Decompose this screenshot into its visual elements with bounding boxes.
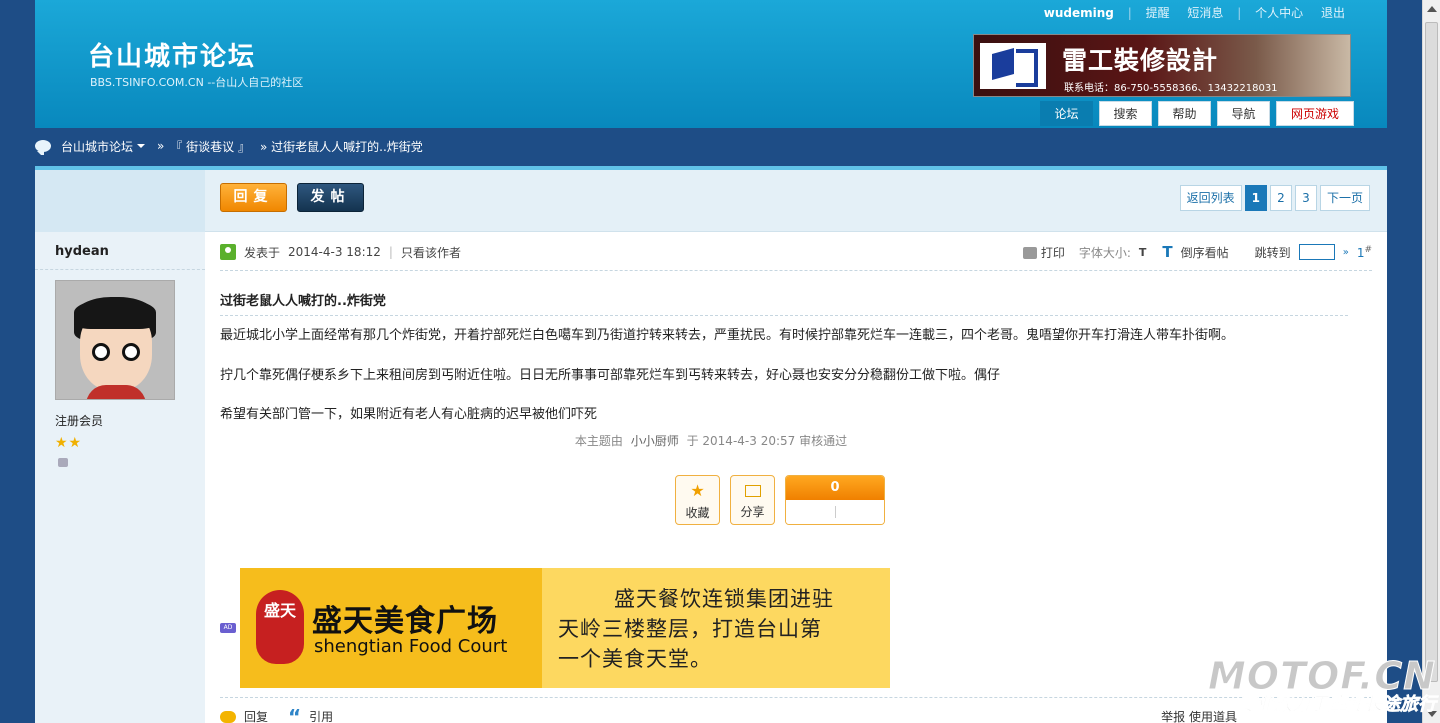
scroll-thumb[interactable] xyxy=(1425,22,1438,682)
post-title: 过街老鼠人人喊打的..炸街党 xyxy=(220,294,386,309)
food-court-ad[interactable]: 盛天 盛天美食广场 shengtian Food Court 盛天餐饮连锁集团进… xyxy=(240,568,890,688)
scroll-up-icon[interactable] xyxy=(1427,6,1437,12)
breadcrumb-separator: » xyxy=(157,139,165,153)
envelope-icon xyxy=(744,485,761,497)
new-post-button[interactable]: 发帖 xyxy=(297,183,364,212)
author-rank: 注册会员 xyxy=(55,414,104,428)
posted-at-label: 发表于 xyxy=(244,245,281,260)
jump-go-button[interactable]: » xyxy=(1343,247,1349,258)
back-to-list-button[interactable]: 返回列表 xyxy=(1179,185,1242,211)
site-watermark: MOTOF.CN 专业致力于摩托长途旅行 xyxy=(1207,654,1436,716)
font-size-label: 字体大小: xyxy=(1078,245,1131,260)
floor-number: 1# xyxy=(1356,244,1372,260)
reply-link[interactable]: 回复 xyxy=(244,708,268,723)
rating-score: 0 xyxy=(786,476,884,500)
audit-note: 本主题由 小小厨师 于 2014-4-3 20:57 审核通过 xyxy=(574,434,848,448)
post-tools: 打印 字体大小: T T 倒序看帖 跳转到 » 1# xyxy=(1022,243,1372,261)
reminder-link[interactable]: 提醒 xyxy=(1146,6,1170,20)
page-scrollbar[interactable] xyxy=(1422,0,1440,723)
banner-phone: 联系电话：86-750-5558366、13432218031 xyxy=(1064,83,1278,94)
post-actions: ★ 收藏 分享 0 xyxy=(675,475,885,525)
posted-at: 2014-4-3 18:12 xyxy=(288,245,381,259)
reply-icon xyxy=(220,710,236,723)
only-author-link[interactable]: 只看该作者 xyxy=(401,244,461,261)
tab-web-games[interactable]: 网页游戏 xyxy=(1276,101,1354,126)
online-status-icon xyxy=(220,244,236,260)
thread-toolbar: 回复 发帖 返回列表 1 2 3 下一页 xyxy=(205,170,1387,232)
page-3[interactable]: 3 xyxy=(1294,185,1317,211)
font-large-button[interactable]: T xyxy=(1162,243,1172,261)
chevron-down-icon[interactable] xyxy=(137,144,146,148)
chat-bubble-icon xyxy=(35,140,51,155)
ad-slogan: 盛天餐饮连锁集团进驻 天岭三楼整层，打造台山第 一个美食天堂。 xyxy=(558,587,834,671)
font-small-button[interactable]: T xyxy=(1139,246,1147,259)
next-page-button[interactable]: 下一页 xyxy=(1319,185,1370,211)
quote-link[interactable]: 引用 xyxy=(309,708,333,723)
page-current[interactable]: 1 xyxy=(1244,185,1267,211)
audit-user-link[interactable]: 小小厨师 xyxy=(631,434,679,448)
post-footer-actions: 回复 “ 引用 xyxy=(220,704,333,723)
printer-icon xyxy=(1022,247,1037,259)
profile-link[interactable]: 个人中心 xyxy=(1255,6,1303,20)
status-icon xyxy=(58,458,68,467)
site-subtitle: BBS.TSINFO.COM.CN --台山人自己的社区 xyxy=(90,76,304,89)
thread-container: hydean 注册会员 ★★ 回复 发帖 返回列表 1 2 3 下一页 发表于 … xyxy=(35,166,1387,723)
print-link[interactable]: 打印 xyxy=(1022,244,1065,261)
reverse-order-link[interactable]: 倒序看帖 xyxy=(1181,244,1229,261)
username-link[interactable]: wudeming xyxy=(1044,6,1114,20)
site-logo[interactable]: 台山城市论坛 xyxy=(88,36,256,73)
user-links: wudeming | 提醒 短消息 | 个人中心 退出 xyxy=(1043,6,1345,20)
jump-label: 跳转到 xyxy=(1254,245,1291,260)
page-2[interactable]: 2 xyxy=(1269,185,1292,211)
post-meta: 发表于 2014-4-3 18:12 | 只看该作者 打印 字体大小: T T … xyxy=(220,240,1372,264)
post-paragraph: 最近城北小学上面经常有那几个炸街党，开着拧部死烂白色噶车到乃街道拧转来转去，严重… xyxy=(220,328,1235,343)
share-button[interactable]: 分享 xyxy=(730,475,775,525)
tab-help[interactable]: 帮助 xyxy=(1158,101,1211,126)
avatar[interactable] xyxy=(55,280,175,400)
star-icon: ★ xyxy=(690,481,705,500)
cube-logo-icon xyxy=(980,43,1046,89)
messages-link[interactable]: 短消息 xyxy=(1187,6,1223,20)
main-nav: 论坛 搜索 帮助 导航 网页游戏 xyxy=(1040,101,1354,126)
reply-button[interactable]: 回复 xyxy=(220,183,287,212)
ad-cn-name: 盛天美食广场 xyxy=(312,604,498,639)
pagination: 返回列表 1 2 3 下一页 xyxy=(1179,185,1370,211)
breadcrumb-thread: » 过街老鼠人人喊打的..炸街党 xyxy=(260,139,423,154)
logout-link[interactable]: 退出 xyxy=(1321,6,1345,20)
post-paragraph: 希望有关部门管一下，如果附近有老人有心脏病的迟早被他们吓死 xyxy=(220,407,598,422)
post-paragraph: 拧几个靠死偶仔梗系乡下上来租间房到丐附近住啦。日日无所事事可部靠死烂车到丐转来转… xyxy=(220,368,1001,383)
breadcrumb-home[interactable]: 台山城市论坛 xyxy=(61,138,133,155)
quote-icon: “ xyxy=(288,704,302,723)
breadcrumb: 台山城市论坛 » 『 街谈巷议 』 » 过街老鼠人人喊打的..炸街党 xyxy=(35,136,423,156)
header-ad-banner[interactable]: 雷工裝修設計 联系电话：86-750-5558366、13432218031 xyxy=(973,34,1351,97)
ad-en-name: shengtian Food Court xyxy=(314,636,508,657)
site-header: 台山城市论坛 BBS.TSINFO.COM.CN --台山人自己的社区 wude… xyxy=(35,0,1387,128)
seal-logo: 盛天 xyxy=(256,590,304,664)
ad-badge: AD xyxy=(220,623,236,633)
tab-navigation[interactable]: 导航 xyxy=(1217,101,1270,126)
rating-box[interactable]: 0 xyxy=(785,475,885,525)
breadcrumb-board[interactable]: 『 街谈巷议 』 xyxy=(170,138,250,155)
favorite-button[interactable]: ★ 收藏 xyxy=(675,475,720,525)
author-name[interactable]: hydean xyxy=(55,244,109,259)
tab-search[interactable]: 搜索 xyxy=(1099,101,1152,126)
banner-title: 雷工裝修設計 xyxy=(1062,46,1219,75)
jump-floor-input[interactable] xyxy=(1298,244,1335,260)
tab-forum[interactable]: 论坛 xyxy=(1040,101,1093,126)
